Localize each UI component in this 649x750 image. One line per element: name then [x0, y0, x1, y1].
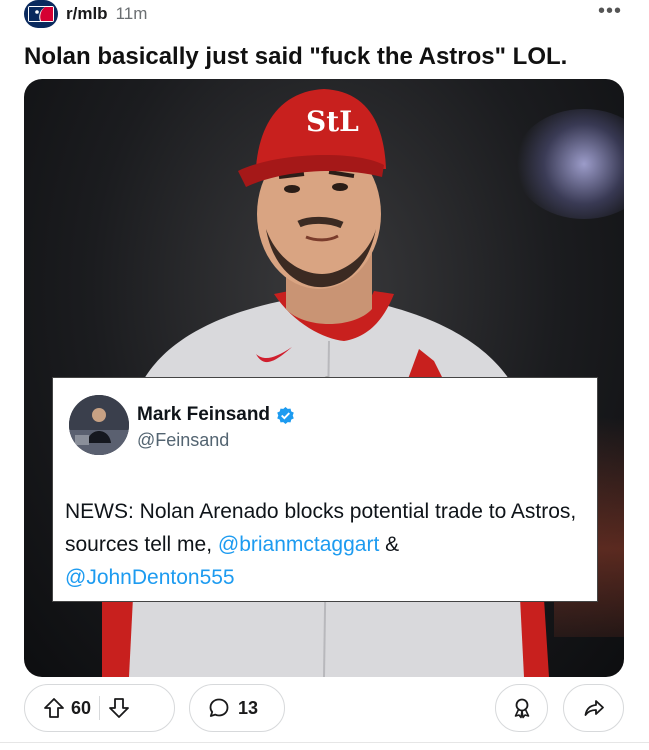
comment-count: 13	[238, 697, 259, 718]
post-title[interactable]: Nolan basically just said "fuck the Astr…	[24, 42, 634, 72]
vote-divider	[99, 696, 101, 720]
vote-control: 60	[24, 684, 175, 732]
subreddit-name[interactable]: r/mlb	[66, 4, 108, 24]
verified-badge-icon	[276, 406, 295, 425]
tweet-author-label: Mark Feinsand	[137, 404, 271, 425]
tweet-avatar	[69, 395, 129, 455]
post-header: r/mlb 11m •••	[24, 0, 624, 28]
mention-johndenton555[interactable]: @JohnDenton555	[65, 566, 235, 589]
comment-bubble-icon	[208, 697, 230, 719]
tweet-text: NEWS: Nolan Arenado blocks potential tra…	[65, 495, 591, 594]
tweet-handle: @Feinsand	[137, 430, 230, 450]
post-action-bar: 60 13	[24, 684, 624, 732]
comment-button[interactable]: 13	[189, 684, 285, 732]
more-options-icon[interactable]: •••	[598, 1, 622, 21]
award-button[interactable]	[495, 684, 548, 732]
post-divider	[0, 742, 649, 743]
mlb-logo-icon[interactable]	[24, 0, 58, 28]
upvote-count: 60	[71, 697, 92, 718]
mention-brianmctaggart[interactable]: @brianmctaggart	[218, 533, 379, 556]
post-time: 11m	[115, 4, 148, 23]
svg-text:StL: StL	[306, 105, 359, 138]
share-button[interactable]	[563, 684, 624, 732]
tweet-card: Mark Feinsand @Feinsand NEWS: Nolan Aren…	[52, 377, 598, 602]
award-icon	[511, 697, 533, 719]
share-arrow-icon	[583, 697, 605, 719]
upvote-arrow-icon[interactable]	[43, 697, 65, 719]
tweet-text-part2: &	[379, 533, 400, 556]
downvote-arrow-icon[interactable]	[108, 697, 130, 719]
tweet-author-name: Mark Feinsand	[137, 404, 295, 426]
